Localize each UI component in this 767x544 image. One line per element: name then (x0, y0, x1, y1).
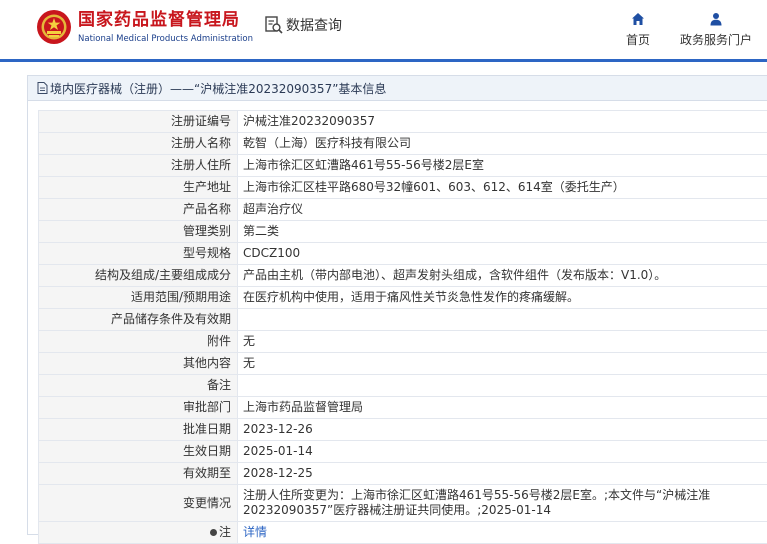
field-value: 第二类 (238, 221, 767, 243)
field-value: 产品由主机（带内部电池）、超声发射头组成，含软件组件（发布版本：V1.0）。 (238, 265, 767, 287)
field-value: 乾智（上海）医疗科技有限公司 (238, 133, 767, 155)
data-query-label: 数据查询 (286, 15, 342, 35)
search-document-icon (264, 15, 284, 35)
table-row: 附件无 (39, 331, 767, 353)
field-value (238, 309, 767, 331)
field-value: 上海市徐汇区虹漕路461号55-56号楼2层E室 (238, 155, 767, 177)
registration-detail-table: 注册证编号沪械注准20232090357注册人名称乾智（上海）医疗科技有限公司注… (38, 110, 767, 544)
field-value: 沪械注准20232090357 (238, 111, 767, 133)
field-label: 附件 (39, 331, 238, 353)
field-value: 详情 (238, 522, 767, 544)
field-label: 产品储存条件及有效期 (39, 309, 238, 331)
field-value: 上海市药品监督管理局 (238, 397, 767, 419)
table-row: 批准日期2023-12-26 (39, 419, 767, 441)
field-label: 注册证编号 (39, 111, 238, 133)
data-query-link[interactable]: 数据查询 (264, 15, 342, 35)
field-label: 型号规格 (39, 243, 238, 265)
table-row-note: 注详情 (39, 522, 767, 544)
table-row: 产品储存条件及有效期 (39, 309, 767, 331)
nav-service-portal-label: 政务服务门户 (680, 31, 752, 48)
field-label: 适用范围/预期用途 (39, 287, 238, 309)
table-row: 型号规格CDCZ100 (39, 243, 767, 265)
note-label: 注 (219, 525, 231, 539)
table-row: 有效期至2028-12-25 (39, 463, 767, 485)
nav-home[interactable]: 首页 (626, 12, 650, 48)
panel-title-text: 境内医疗器械（注册）——“沪械注准20232090357”基本信息 (50, 80, 386, 97)
table-row: 生产地址上海市徐汇区桂平路680号32幢601、603、612、614室（委托生… (39, 177, 767, 199)
national-emblem-icon (36, 9, 72, 45)
field-value: 2023-12-26 (238, 419, 767, 441)
field-label: 生效日期 (39, 441, 238, 463)
table-row: 审批部门上海市药品监督管理局 (39, 397, 767, 419)
document-icon (37, 82, 48, 94)
field-value: 2025-01-14 (238, 441, 767, 463)
field-label: 注 (39, 522, 238, 544)
field-label: 批准日期 (39, 419, 238, 441)
brand[interactable]: 国家药品监督管理局 National Medical Products Admi… (78, 9, 253, 45)
field-value: 2028-12-25 (238, 463, 767, 485)
field-label: 其他内容 (39, 353, 238, 375)
field-label: 注册人住所 (39, 155, 238, 177)
field-value: 上海市徐汇区桂平路680号32幢601、603、612、614室（委托生产） (238, 177, 767, 199)
field-label: 备注 (39, 375, 238, 397)
table-row: 注册人住所上海市徐汇区虹漕路461号55-56号楼2层E室 (39, 155, 767, 177)
user-icon (709, 12, 723, 26)
field-value: 注册人住所变更为：上海市徐汇区虹漕路461号55-56号楼2层E室。;本文件与“… (238, 485, 767, 522)
field-label: 管理类别 (39, 221, 238, 243)
field-label: 审批部门 (39, 397, 238, 419)
panel-title: 境内医疗器械（注册）——“沪械注准20232090357”基本信息 (28, 76, 767, 101)
table-row: 其他内容无 (39, 353, 767, 375)
table-row: 注册人名称乾智（上海）医疗科技有限公司 (39, 133, 767, 155)
brand-name-cn: 国家药品监督管理局 (78, 9, 253, 31)
table-row: 注册证编号沪械注准20232090357 (39, 111, 767, 133)
home-icon (631, 12, 645, 26)
field-value: 在医疗机构中使用，适用于痛风性关节炎急性发作的疼痛缓解。 (238, 287, 767, 309)
field-label: 注册人名称 (39, 133, 238, 155)
details-link[interactable]: 详情 (243, 525, 267, 539)
nav-service-portal[interactable]: 政务服务门户 (680, 12, 752, 48)
table-row: 结构及组成/主要组成成分产品由主机（带内部电池）、超声发射头组成，含软件组件（发… (39, 265, 767, 287)
table-row: 备注 (39, 375, 767, 397)
table-row: 生效日期2025-01-14 (39, 441, 767, 463)
table-row: 产品名称超声治疗仪 (39, 199, 767, 221)
field-value: 无 (238, 331, 767, 353)
nav-home-label: 首页 (626, 31, 650, 48)
table-row: 适用范围/预期用途在医疗机构中使用，适用于痛风性关节炎急性发作的疼痛缓解。 (39, 287, 767, 309)
table-row: 变更情况注册人住所变更为：上海市徐汇区虹漕路461号55-56号楼2层E室。;本… (39, 485, 767, 522)
pin-icon (210, 529, 217, 536)
field-label: 变更情况 (39, 485, 238, 522)
detail-panel: 境内医疗器械（注册）——“沪械注准20232090357”基本信息 注册证编号沪… (27, 75, 767, 535)
field-value: 无 (238, 353, 767, 375)
field-value (238, 375, 767, 397)
field-label: 有效期至 (39, 463, 238, 485)
field-label: 结构及组成/主要组成成分 (39, 265, 238, 287)
field-label: 生产地址 (39, 177, 238, 199)
field-value: CDCZ100 (238, 243, 767, 265)
field-label: 产品名称 (39, 199, 238, 221)
brand-name-en: National Medical Products Administration (78, 33, 253, 45)
site-header: 国家药品监督管理局 National Medical Products Admi… (0, 0, 767, 62)
table-row: 管理类别第二类 (39, 221, 767, 243)
field-value: 超声治疗仪 (238, 199, 767, 221)
